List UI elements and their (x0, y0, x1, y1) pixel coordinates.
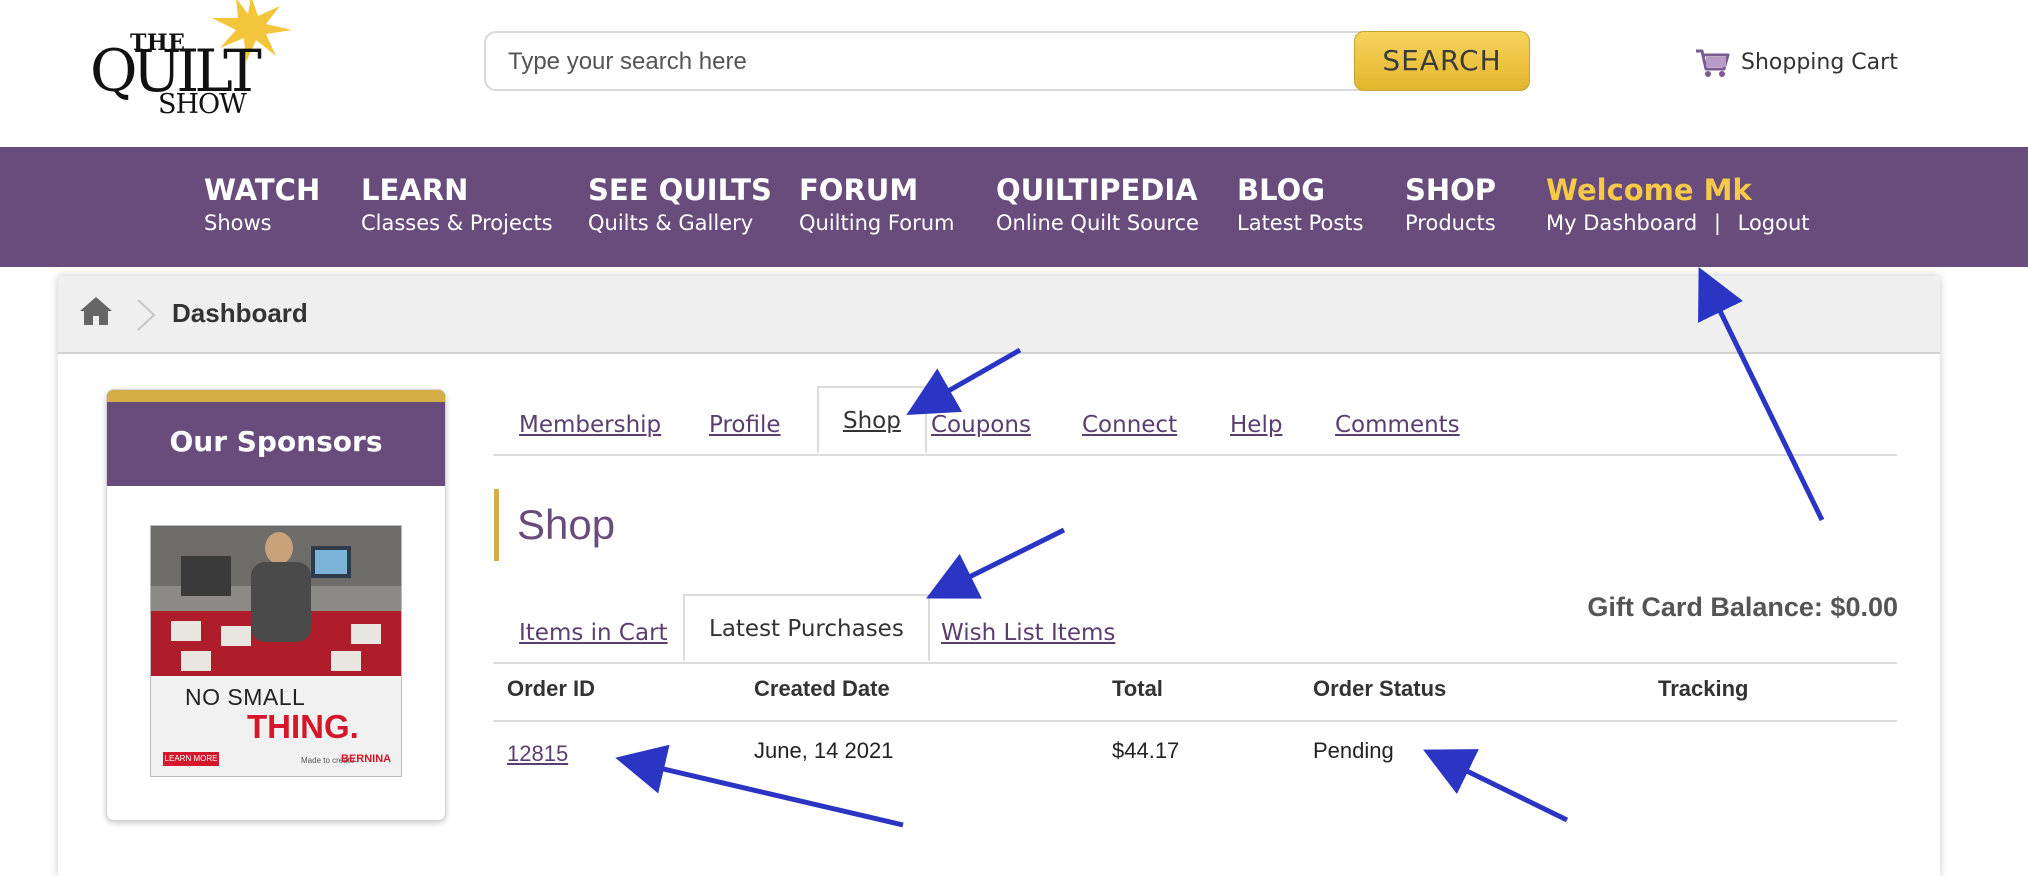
nav-item-shop[interactable]: SHOP Products (1405, 173, 1496, 239)
home-icon[interactable] (78, 294, 114, 328)
search-bar: SEARCH (484, 31, 1530, 91)
ad-photo (151, 526, 401, 676)
shopping-cart-icon (1696, 49, 1730, 77)
nav-title: LEARN (361, 173, 469, 207)
shopping-cart-label: Shopping Cart (1741, 49, 1898, 75)
welcome-links: My Dashboard | Logout (1546, 207, 1810, 239)
sponsors-panel: Our Sponsors NO SMALL THING. LEARN MORE (106, 389, 446, 821)
tab-help[interactable]: Help (1230, 412, 1282, 438)
dashboard-tabs: Membership Profile Shop Coupons Connect … (493, 386, 1897, 456)
column-header-created-date: Created Date (754, 676, 890, 701)
order-created-date: June, 14 2021 (754, 738, 894, 763)
nav-title: BLOG (1237, 173, 1326, 207)
nav-subtitle: Quilting Forum (799, 211, 955, 235)
column-header-total: Total (1112, 676, 1163, 701)
logo-show: SHOW (158, 89, 247, 120)
nav-item-forum[interactable]: FORUM Quilting Forum (799, 173, 954, 239)
nav-title: QUILTIPEDIA (996, 173, 1198, 207)
nav-title: FORUM (799, 173, 919, 207)
nav-subtitle: Classes & Projects (361, 211, 553, 235)
tab-membership[interactable]: Membership (519, 412, 661, 438)
tab-connect[interactable]: Connect (1082, 412, 1177, 438)
nav-subtitle: Online Quilt Source (996, 211, 1199, 235)
my-dashboard-link[interactable]: My Dashboard (1546, 211, 1697, 235)
order-status: Pending (1313, 738, 1394, 763)
order-id-link[interactable]: 12815 (507, 741, 568, 767)
nav-title: SEE QUILTS (588, 173, 772, 207)
nav-item-watch[interactable]: WATCH Shows (204, 173, 320, 239)
subtab-items-in-cart[interactable]: Items in Cart (519, 620, 668, 646)
nav-title: SHOP (1405, 173, 1497, 207)
ad-headline-2: THING. (247, 708, 359, 745)
logout-link[interactable]: Logout (1738, 211, 1810, 235)
search-button[interactable]: SEARCH (1354, 31, 1530, 91)
column-header-order-id: Order ID (507, 676, 596, 701)
site-logo[interactable]: THE QUILT SHOW (88, 0, 292, 124)
breadcrumb: Dashboard (58, 276, 1940, 354)
ad-brand: BERNINA (341, 753, 392, 765)
nav-subtitle: Latest Posts (1237, 211, 1364, 235)
nav-item-blog[interactable]: BLOG Latest Posts (1237, 173, 1363, 239)
nav-subtitle: Products (1405, 211, 1496, 235)
tab-coupons[interactable]: Coupons (931, 412, 1031, 438)
chevron-right-icon (137, 299, 156, 331)
search-input[interactable] (508, 46, 1288, 78)
column-header-tracking: Tracking (1658, 676, 1749, 701)
tab-comments[interactable]: Comments (1335, 412, 1460, 438)
main-nav: WATCH Shows LEARN Classes & Projects SEE… (0, 147, 2028, 267)
nav-title: WATCH (204, 173, 321, 207)
breadcrumb-current: Dashboard (172, 298, 308, 328)
nav-subtitle: Quilts & Gallery (588, 211, 754, 235)
shopping-cart-link[interactable]: Shopping Cart (1693, 42, 1898, 82)
nav-item-learn[interactable]: LEARN Classes & Projects (361, 173, 553, 239)
table-divider (493, 720, 1897, 722)
tab-shop[interactable]: Shop (817, 386, 927, 454)
ad-learn-more-button[interactable]: LEARN MORE (163, 752, 219, 766)
subtab-latest-purchases[interactable]: Latest Purchases (683, 594, 930, 662)
nav-item-quiltipedia[interactable]: QUILTIPEDIA Online Quilt Source (996, 173, 1199, 239)
gift-card-balance: Gift Card Balance: $0.00 (1587, 592, 1898, 622)
tab-profile[interactable]: Profile (709, 412, 781, 438)
page-title: Shop (494, 489, 615, 561)
nav-subtitle: Shows (204, 211, 272, 235)
nav-item-see-quilts[interactable]: SEE QUILTS Quilts & Gallery (588, 173, 772, 239)
sponsors-title: Our Sponsors (107, 390, 445, 486)
site-header: THE QUILT SHOW SEARCH Shopping Cart (0, 0, 2028, 147)
column-header-order-status: Order Status (1313, 676, 1447, 701)
subtab-wish-list-items[interactable]: Wish List Items (941, 620, 1115, 646)
link-separator: | (1713, 211, 1721, 235)
sponsor-ad[interactable]: NO SMALL THING. LEARN MORE Made to creat… (150, 525, 402, 777)
nav-welcome: Welcome Mk My Dashboard | Logout (1546, 173, 1810, 239)
ad-headline-1: NO SMALL (185, 684, 306, 710)
order-total: $44.17 (1112, 738, 1180, 763)
dashboard-card: Dashboard Our Sponsors NO SMALL THING. L… (58, 276, 1940, 876)
welcome-greeting: Welcome Mk (1546, 173, 1752, 207)
